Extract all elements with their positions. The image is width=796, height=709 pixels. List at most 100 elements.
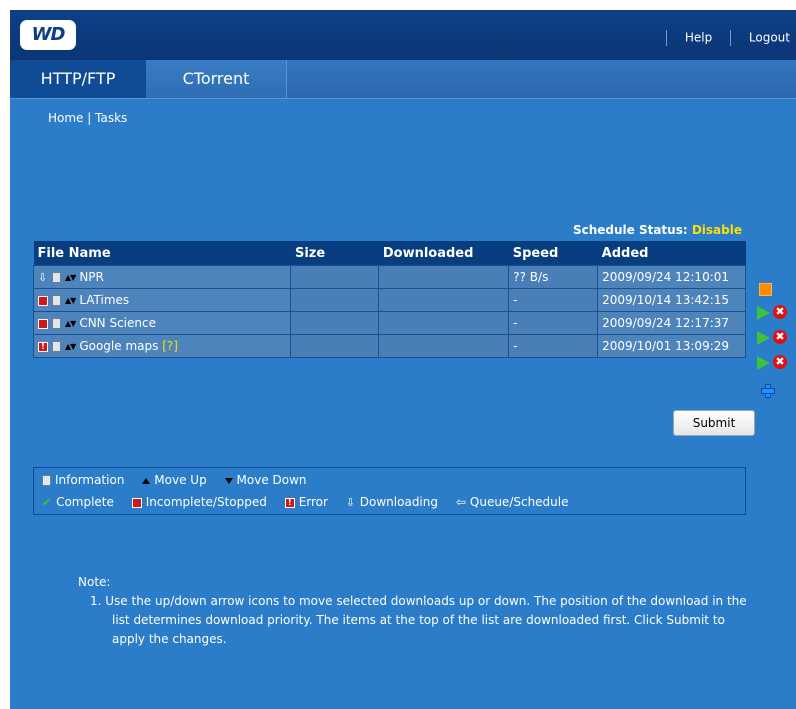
move-up-down-icon[interactable]: ▲▼ [65, 273, 76, 282]
wd-logo: WD [20, 20, 76, 50]
incomplete-icon [38, 295, 48, 306]
delete-icon[interactable]: ✖ [773, 329, 787, 344]
file-name: LATimes [79, 293, 130, 307]
legend-move-down: Move Down [224, 473, 307, 487]
downloaded-cell [378, 288, 510, 312]
move-up-down-icon[interactable]: ▲▼ [65, 319, 76, 328]
add-task-icon[interactable] [761, 384, 775, 398]
row-actions: ✖ [757, 351, 796, 371]
table-row[interactable]: ▲▼ CNN Science - 2009/09/24 12:17:37 [32, 311, 746, 335]
play-icon[interactable] [757, 356, 770, 370]
play-icon[interactable] [757, 306, 770, 320]
size-cell [290, 265, 380, 289]
legend-move-up-label: Move Up [154, 473, 207, 487]
note-item: 1. Use the up/down arrow icons to move s… [90, 594, 747, 646]
legend-complete-label: Complete [56, 495, 114, 509]
speed-cell: ?? B/s [508, 265, 599, 289]
downloading-icon: ⇩ [345, 496, 355, 509]
row-actions [757, 277, 796, 297]
legend-queue-label: Queue/Schedule [469, 495, 569, 509]
size-cell [290, 288, 380, 312]
file-cell: ▲▼ LATimes [32, 288, 292, 312]
separator [666, 30, 668, 46]
tab-http-ftp[interactable]: HTTP/FTP [10, 60, 147, 98]
legend-downloading-label: Downloading [359, 495, 438, 509]
note-section: Note: 1. Use the up/down arrow icons to … [78, 573, 758, 649]
legend-row: ✔ Complete Incomplete/Stopped ! Error ⇩ Dow… [42, 495, 583, 509]
schedule-status-label: Schedule Status: [572, 223, 688, 237]
move-up-down-icon[interactable]: ▲▼ [65, 296, 76, 305]
app-window: WD Help Logout HTTP/FTP CTorrent Home | … [10, 10, 796, 709]
file-cell: ! ▲▼ Google maps [?] [32, 334, 292, 358]
added-cell: 2009/09/24 12:10:01 [597, 265, 746, 289]
breadcrumb-tasks[interactable]: Tasks [95, 111, 127, 125]
legend-incomplete-label: Incomplete/Stopped [145, 495, 267, 509]
information-icon[interactable] [52, 272, 61, 283]
top-links: Help Logout [652, 30, 790, 46]
col-file-name: File Name [33, 241, 291, 266]
tab-bar: HTTP/FTP CTorrent [10, 60, 796, 99]
col-downloaded: Downloaded [378, 241, 509, 266]
move-up-down-icon[interactable]: ▲▼ [65, 342, 76, 351]
legend-incomplete: Incomplete/Stopped [131, 495, 267, 509]
legend-row: Information Move Up Move Down [42, 473, 321, 487]
legend-error-label: Error [298, 495, 328, 509]
schedule-status: Schedule Status: Disable [573, 223, 742, 237]
downloaded-cell [378, 311, 510, 335]
table-row[interactable]: ! ▲▼ Google maps [?] - 2009/10/01 13:09:29 [32, 334, 746, 358]
table-row[interactable]: ▲▼ LATimes - 2009/10/14 13:42:15 [32, 288, 746, 312]
move-down-icon [224, 477, 233, 484]
legend-downloading: ⇩ Downloading [346, 495, 438, 509]
speed-cell: - [508, 311, 599, 335]
file-name: CNN Science [79, 316, 156, 330]
added-cell: 2009/10/14 13:42:15 [597, 288, 746, 312]
table-header-row: File Name Size Downloaded Speed Added [33, 241, 746, 266]
size-cell [290, 311, 380, 335]
legend-move-down-label: Move Down [236, 473, 307, 487]
col-added: Added [597, 241, 746, 266]
file-name: NPR [79, 270, 104, 284]
added-cell: 2009/10/01 13:09:29 [597, 334, 746, 358]
task-table: File Name Size Downloaded Speed Added ⇩ ▲… [32, 241, 746, 358]
legend-information: Information [42, 473, 124, 487]
breadcrumb: Home | Tasks [48, 111, 127, 125]
legend-complete: ✔ Complete [42, 495, 114, 509]
downloaded-cell [378, 265, 510, 289]
play-icon[interactable] [757, 331, 770, 345]
speed-cell: - [508, 334, 599, 358]
table-row[interactable]: ⇩ ▲▼ NPR ?? B/s 2009/09/24 12:10:01 [32, 265, 746, 289]
information-icon [42, 475, 51, 486]
downloaded-cell [378, 334, 510, 358]
information-icon[interactable] [52, 318, 61, 329]
row-actions: ✖ [757, 301, 796, 321]
legend-queue: ⇦ Queue/Schedule [456, 495, 569, 509]
incomplete-icon [131, 497, 142, 508]
breadcrumb-home[interactable]: Home [48, 111, 83, 125]
checkmark-icon: ✔ [42, 495, 53, 509]
information-icon[interactable] [52, 341, 61, 352]
note-title: Note: [78, 575, 111, 589]
file-cell: ⇩ ▲▼ NPR [32, 265, 292, 289]
help-link[interactable]: Help [685, 31, 712, 45]
error-help-link[interactable]: [?] [162, 339, 178, 353]
legend-move-up: Move Up [142, 473, 207, 487]
information-icon[interactable] [52, 295, 61, 306]
delete-icon[interactable]: ✖ [773, 304, 787, 319]
stop-icon[interactable] [759, 283, 772, 296]
col-size: Size [290, 241, 379, 266]
queue-icon: ⇦ [455, 495, 466, 509]
tab-ctorrent[interactable]: CTorrent [146, 60, 287, 98]
error-icon: ! [284, 497, 295, 508]
file-cell: ▲▼ CNN Science [32, 311, 292, 335]
logout-link[interactable]: Logout [749, 31, 790, 45]
move-up-icon [142, 477, 151, 484]
file-name: Google maps [79, 339, 159, 353]
delete-icon[interactable]: ✖ [773, 354, 787, 369]
error-icon: ! [38, 341, 48, 352]
col-speed: Speed [508, 241, 598, 266]
incomplete-icon [38, 318, 48, 329]
downloading-icon: ⇩ [38, 271, 48, 284]
added-cell: 2009/09/24 12:17:37 [597, 311, 746, 335]
submit-button[interactable]: Submit [673, 410, 755, 436]
schedule-status-value[interactable]: Disable [692, 223, 742, 237]
